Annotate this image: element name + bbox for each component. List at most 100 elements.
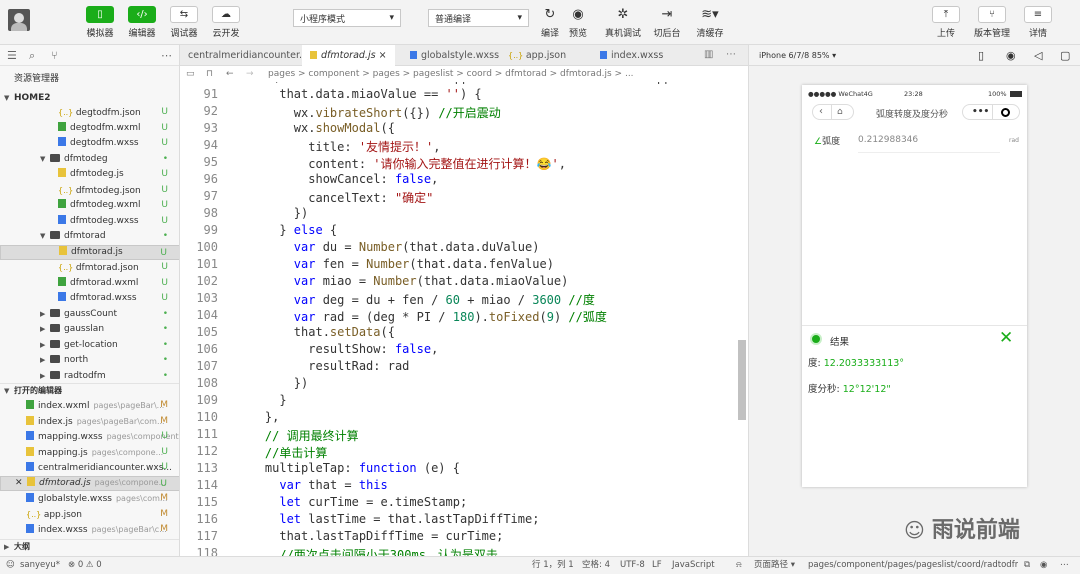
language-mode[interactable]: JavaScript xyxy=(672,557,715,574)
avatar[interactable] xyxy=(8,9,30,31)
folder-item[interactable]: ▶ get-location • xyxy=(0,338,179,354)
git-icon[interactable]: ⑂ xyxy=(51,45,58,66)
real-debug-button[interactable]: ✲ 真机调试 xyxy=(603,6,643,39)
chevron-down-icon: ▼ xyxy=(4,94,10,102)
file-item[interactable]: dfmtorad.js U xyxy=(0,244,179,260)
folder-icon xyxy=(50,324,60,332)
nav-capsule-right[interactable]: ••• xyxy=(962,104,1020,120)
open-editor-item[interactable]: mapping.js pages\compone... U xyxy=(0,445,179,461)
line-number: 91 xyxy=(203,87,218,101)
close-icon[interactable]: ✕ xyxy=(15,476,23,490)
folder-item[interactable]: ▼ dfmtorad • xyxy=(0,229,179,245)
open-editor-item[interactable]: index.js pages\pageBar\com... M xyxy=(0,414,179,430)
forward-icon[interactable]: → xyxy=(246,66,254,82)
eye-icon[interactable]: ◉ xyxy=(1040,557,1047,574)
compile-mode-select[interactable]: 普通编译 ▾ xyxy=(428,9,529,27)
project-header[interactable]: ▼ HOME2 xyxy=(0,91,179,105)
breadcrumb: ▭ ⊓ ← → pages > component > pages > page… xyxy=(180,66,748,82)
folder-item[interactable]: ▶ radtodfm • xyxy=(0,369,179,385)
phone-icon[interactable]: ▯ xyxy=(978,45,984,66)
file-icon[interactable]: ▭ xyxy=(186,66,195,82)
search-icon[interactable]: ⌕ xyxy=(29,45,35,66)
close-mini-icon[interactable] xyxy=(1001,108,1010,117)
folder-item[interactable]: ▼ dfmtodeg • xyxy=(0,152,179,168)
list-icon[interactable]: ☰ xyxy=(7,45,17,66)
breadcrumb-path[interactable]: pages > component > pages > pageslist > … xyxy=(268,66,634,82)
split-editor-icon[interactable]: ▥ xyxy=(704,49,713,60)
file-item[interactable]: dfmtodeg.js U xyxy=(0,167,179,183)
version-button[interactable]: ⑂ 版本管理 xyxy=(972,6,1012,39)
bookmark-icon[interactable]: ⊓ xyxy=(206,66,213,82)
record-icon[interactable]: ◉ xyxy=(1006,45,1016,66)
file-item[interactable]: degtodfm.wxss U xyxy=(0,136,179,152)
user-name[interactable]: sanyeyu* xyxy=(20,557,60,574)
folder-item[interactable]: ▶ north • xyxy=(0,353,179,369)
menu-icon: ≡ xyxy=(1024,6,1052,23)
editor-scrollbar[interactable] xyxy=(738,340,746,420)
cloud-button[interactable]: ☁ 云开发 xyxy=(206,6,246,39)
code-editor[interactable]: if (that.data.duValue == '' || that.data… xyxy=(180,82,748,556)
preview-button[interactable]: ◉ 预览 xyxy=(558,6,598,39)
file-item[interactable]: {..} dfmtorad.json U xyxy=(0,260,179,276)
device-select[interactable]: iPhone 6/7/8 85% ▾ xyxy=(759,45,836,66)
more-icon[interactable]: ••• xyxy=(972,105,989,119)
rotate-icon[interactable]: ▢ xyxy=(1060,45,1070,66)
line-ending[interactable]: LF xyxy=(652,557,662,574)
open-editors-header[interactable]: ▼ 打开的编辑器 xyxy=(0,383,179,397)
editor-button[interactable]: ‹/› 编辑器 xyxy=(122,6,162,39)
encoding[interactable]: UTF-8 xyxy=(620,557,645,574)
simulator-button[interactable]: ▯ 模拟器 xyxy=(80,6,120,39)
file-item[interactable]: dfmtorad.wxss U xyxy=(0,291,179,307)
volume-icon[interactable]: ◁ xyxy=(1034,45,1042,66)
more-icon[interactable]: ⋯ xyxy=(161,45,172,66)
clear-cache-button[interactable]: ≋▾ 清缓存 xyxy=(690,6,730,39)
back-icon[interactable]: ← xyxy=(226,66,234,82)
indent-setting[interactable]: 空格: 4 xyxy=(582,557,610,574)
tab-app-json[interactable]: {..} app.json xyxy=(500,45,574,66)
problems-count[interactable]: ⊗ 0 ⚠ 0 xyxy=(68,557,102,574)
open-editor-item[interactable]: {..} app.json M xyxy=(0,507,179,523)
folder-item[interactable]: ▶ gaussCount • xyxy=(0,307,179,323)
copy-icon[interactable]: ⧉ xyxy=(1024,557,1030,574)
radian-input[interactable]: 0.212988346 xyxy=(858,135,1000,153)
tab-dfmtorad[interactable]: dfmtorad.js × xyxy=(302,45,395,66)
nav-capsule-left[interactable]: ‹ ⌂ xyxy=(812,104,854,120)
code-line: let curTime = e.timeStamp; xyxy=(279,495,468,509)
tab-index-wxss[interactable]: index.wxss xyxy=(592,45,671,66)
file-item[interactable]: {..} degtodfm.json U xyxy=(0,105,179,121)
more-icon[interactable]: ⋯ xyxy=(726,49,736,60)
open-editor-item[interactable]: ✕ dfmtorad.js pages\compone... U xyxy=(0,475,179,491)
open-editor-item[interactable]: index.wxss pages\pageBar\c... M xyxy=(0,522,179,538)
file-item[interactable]: dfmtodeg.wxss U xyxy=(0,214,179,230)
file-item[interactable]: degtodfm.wxml U xyxy=(0,121,179,137)
carrier: ●●●●● WeChat4G xyxy=(808,90,873,98)
close-icon[interactable]: × xyxy=(379,50,387,61)
debugger-button[interactable]: ⇆ 调试器 xyxy=(164,6,204,39)
close-icon[interactable]: ✕ xyxy=(999,328,1013,348)
page-path-label[interactable]: 页面路径 ▾ xyxy=(754,557,795,574)
more-icon[interactable]: ⋯ xyxy=(1060,557,1069,574)
folder-item[interactable]: ▶ gausslan • xyxy=(0,322,179,338)
cursor-position[interactable]: 行 1，列 1 xyxy=(532,557,574,574)
git-status: M xyxy=(160,508,168,519)
open-editor-item[interactable]: index.wxml pages\pageBar\... M xyxy=(0,398,179,414)
file-item[interactable]: dfmtorad.wxml U xyxy=(0,276,179,292)
mode-select[interactable]: 小程序模式 ▾ xyxy=(293,9,401,27)
background-button[interactable]: ⇥ 切后台 xyxy=(647,6,687,39)
file-item[interactable]: {..} dfmtodeg.json U xyxy=(0,183,179,199)
upload-button[interactable]: ⤒ 上传 xyxy=(926,6,966,39)
open-editor-item[interactable]: centralmeridiancounter.wxs... U xyxy=(0,460,179,476)
git-status: U xyxy=(161,215,168,226)
open-editor-item[interactable]: globalstyle.wxss pages\com... M xyxy=(0,491,179,507)
line-number: 92 xyxy=(203,104,218,118)
file-item[interactable]: dfmtodeg.wxml U xyxy=(0,198,179,214)
tab-globalstyle[interactable]: globalstyle.wxss xyxy=(402,45,507,66)
outline-header[interactable]: ▶ 大纲 xyxy=(0,539,179,553)
back-icon[interactable]: ‹ xyxy=(819,105,823,119)
code-line: }) xyxy=(236,206,309,220)
folder-icon xyxy=(50,231,60,239)
bell-icon[interactable]: ⍾ xyxy=(736,557,742,574)
home-icon[interactable]: ⌂ xyxy=(837,105,843,119)
details-button[interactable]: ≡ 详情 xyxy=(1018,6,1058,39)
open-editor-item[interactable]: mapping.wxss pages\component... U xyxy=(0,429,179,445)
